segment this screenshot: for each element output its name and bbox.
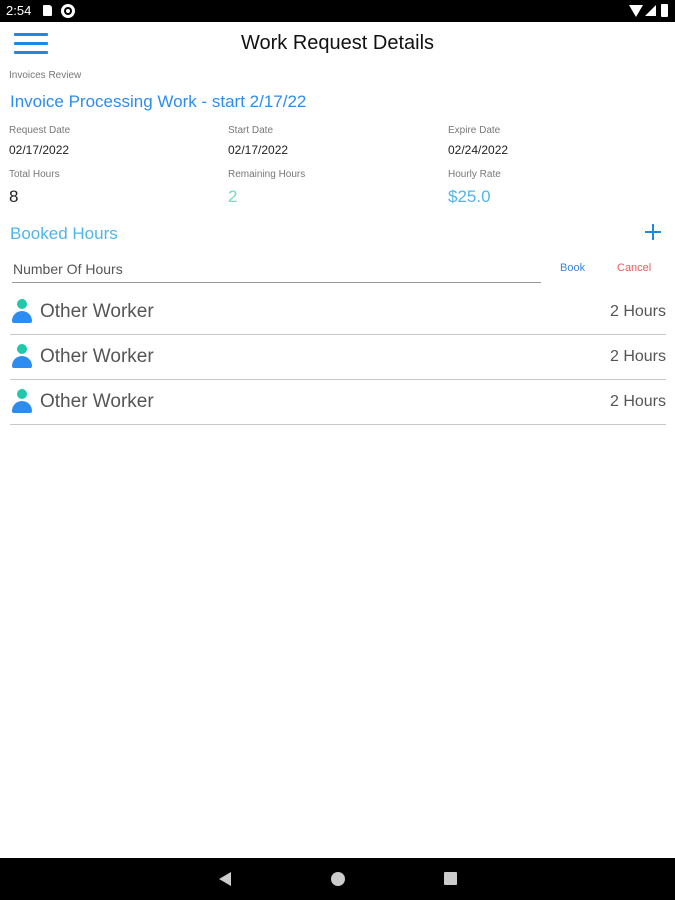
sd-card-icon — [43, 5, 52, 16]
back-icon[interactable] — [219, 872, 231, 886]
signal-icon — [645, 5, 656, 16]
expire-date-label: Expire Date — [448, 125, 501, 136]
book-button[interactable]: Book — [560, 262, 585, 274]
home-icon[interactable] — [331, 872, 345, 886]
request-date-label: Request Date — [9, 125, 71, 136]
work-request-details-screen: 2:54 Work Request Details Invoices Revie… — [0, 0, 675, 900]
section-label: Invoices Review — [9, 70, 82, 81]
battery-icon — [661, 4, 668, 17]
list-item[interactable]: Other Worker 2 Hours — [10, 290, 666, 335]
start-date-label: Start Date — [228, 125, 274, 136]
hourly-rate-value: $25.0 — [448, 187, 491, 206]
worker-hours: 2 Hours — [609, 393, 666, 410]
wifi-icon — [629, 5, 643, 17]
expire-date-value: 02/24/2022 — [448, 143, 509, 157]
total-hours-label: Total Hours — [9, 169, 60, 180]
remaining-hours-label: Remaining Hours — [228, 169, 306, 180]
page-title: Work Request Details — [240, 32, 435, 54]
person-icon — [12, 389, 32, 415]
booked-hours-list: Other Worker 2 Hours Other Worker 2 Hour… — [10, 290, 666, 425]
person-icon — [12, 344, 32, 370]
number-of-hours-input[interactable] — [12, 256, 541, 283]
cancel-button[interactable]: Cancel — [617, 262, 651, 274]
worker-name: Other Worker — [40, 391, 154, 412]
request-date-value: 02/17/2022 — [9, 143, 70, 157]
start-date-value: 02/17/2022 — [228, 143, 289, 157]
worker-hours: 2 Hours — [609, 303, 666, 320]
status-bar: 2:54 — [0, 0, 675, 22]
person-icon — [12, 299, 32, 325]
navigation-bar — [0, 858, 675, 900]
remaining-hours-value: 2 — [228, 187, 238, 206]
worker-name: Other Worker — [40, 346, 154, 367]
sync-icon — [61, 4, 75, 18]
recents-icon[interactable] — [444, 872, 457, 885]
worker-hours: 2 Hours — [609, 348, 666, 365]
list-item[interactable]: Other Worker 2 Hours — [10, 335, 666, 380]
booked-hours-title: Booked Hours — [10, 224, 118, 243]
add-booking-icon[interactable] — [643, 222, 663, 242]
hourly-rate-label: Hourly Rate — [448, 169, 501, 180]
total-hours-value: 8 — [9, 187, 19, 206]
worker-name: Other Worker — [40, 301, 154, 322]
work-request-name: Invoice Processing Work - start 2/17/22 — [10, 92, 307, 111]
status-time: 2:54 — [6, 3, 32, 18]
list-item[interactable]: Other Worker 2 Hours — [10, 380, 666, 425]
